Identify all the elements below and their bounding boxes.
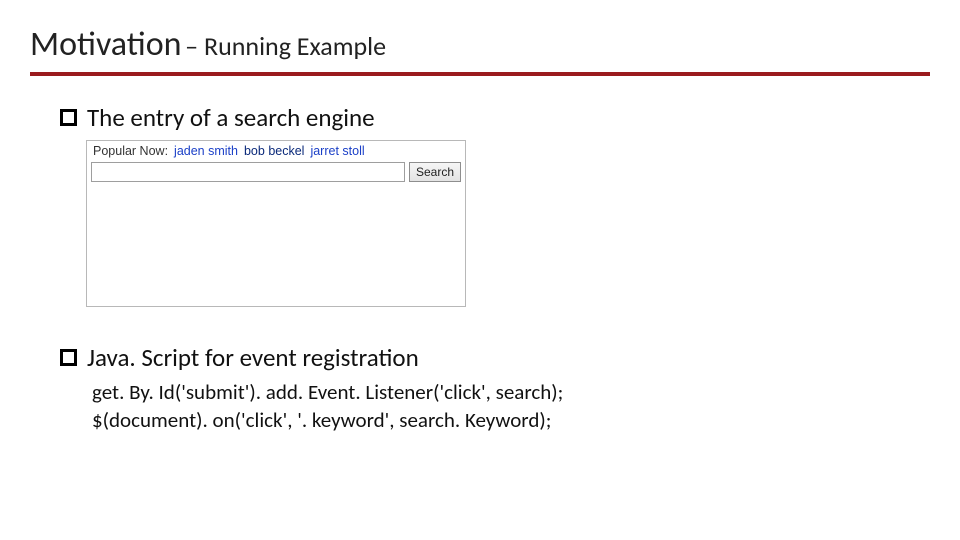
bullet-icon bbox=[60, 109, 77, 126]
slide-title: Motivation – Running Example bbox=[30, 24, 386, 65]
keyword-link-1[interactable]: jaden smith bbox=[174, 144, 238, 158]
search-input[interactable] bbox=[91, 162, 405, 182]
code-line-2: $(document). on('click', '. keyword', se… bbox=[92, 406, 563, 434]
search-row: Search bbox=[87, 162, 465, 186]
bullet-text: Java. Script for event registration bbox=[87, 342, 419, 373]
slide: Motivation – Running Example The entry o… bbox=[0, 0, 960, 540]
title-underline bbox=[30, 72, 930, 76]
code-block: get. By. Id('submit'). add. Event. Liste… bbox=[92, 378, 563, 435]
bullet-search-engine: The entry of a search engine bbox=[60, 102, 375, 133]
bullet-text: The entry of a search engine bbox=[87, 102, 375, 133]
search-button[interactable]: Search bbox=[409, 162, 461, 182]
title-main: Motivation bbox=[30, 24, 182, 65]
bullet-icon bbox=[60, 349, 77, 366]
bullet-js-registration: Java. Script for event registration bbox=[60, 342, 419, 373]
search-engine-screenshot: Popular Now: jaden smith bob beckel jarr… bbox=[86, 140, 466, 307]
popular-label: Popular Now: bbox=[93, 144, 168, 158]
title-sub: – Running Example bbox=[185, 30, 386, 62]
keyword-link-2[interactable]: bob beckel bbox=[244, 144, 304, 158]
results-area bbox=[87, 186, 465, 306]
popular-now-row: Popular Now: jaden smith bob beckel jarr… bbox=[87, 141, 465, 162]
code-line-1: get. By. Id('submit'). add. Event. Liste… bbox=[92, 378, 563, 406]
keyword-link-3[interactable]: jarret stoll bbox=[310, 144, 364, 158]
